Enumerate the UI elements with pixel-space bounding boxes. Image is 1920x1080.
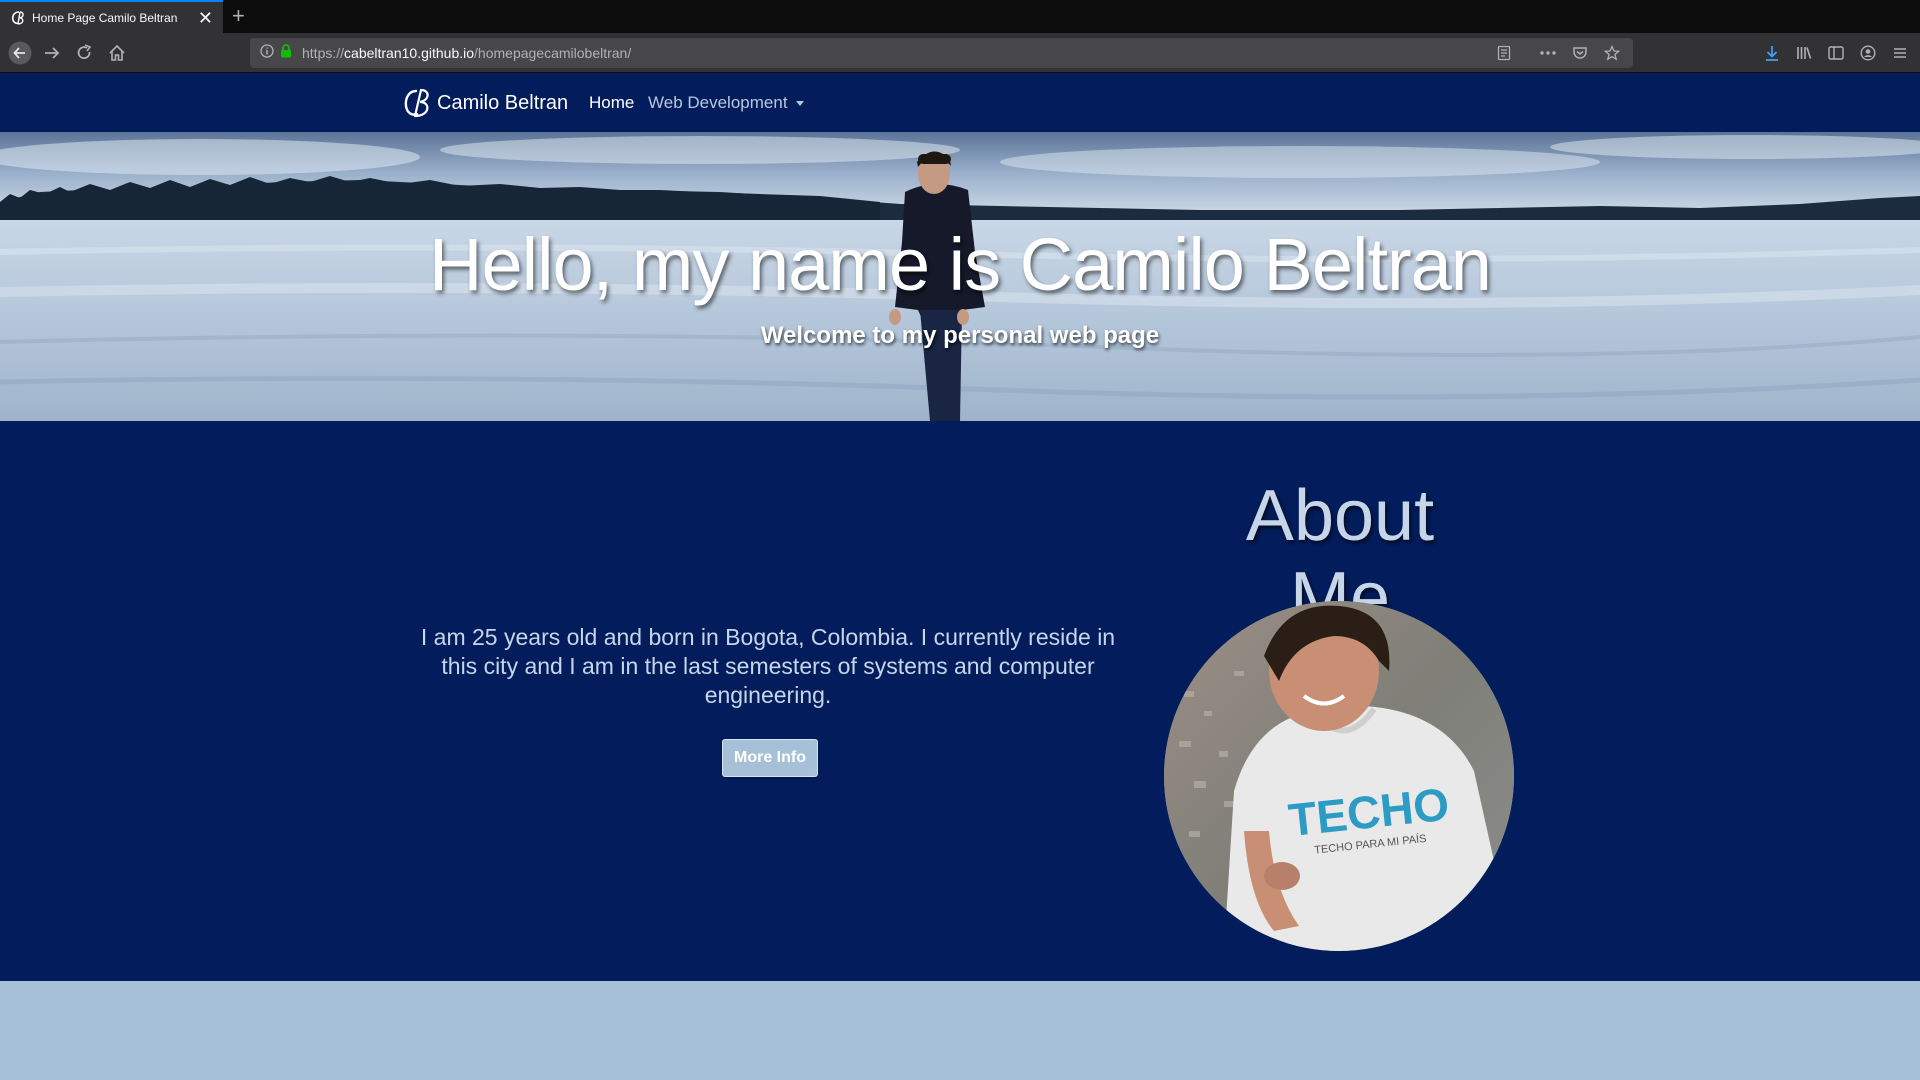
page-actions-icon[interactable]: [1537, 42, 1559, 64]
hero-title: Hello, my name is Camilo Beltran: [429, 223, 1492, 306]
nav-home-link[interactable]: Home: [589, 93, 634, 113]
hero-subtitle: Welcome to my personal web page: [760, 322, 1160, 349]
bookmark-star-icon[interactable]: [1601, 42, 1623, 64]
reader-view-icon[interactable]: [1493, 42, 1515, 64]
forward-icon[interactable]: [40, 41, 64, 65]
cb-logo-icon: [404, 88, 429, 118]
brand-link[interactable]: Camilo Beltran: [403, 87, 568, 119]
account-icon[interactable]: [1856, 41, 1880, 65]
about-section: About Me I am 25 years old and born in B…: [0, 421, 1920, 981]
browser-toolbar: https://cabeltran10.github.io/homepageca…: [0, 33, 1920, 73]
nav-web-development-dropdown[interactable]: Web Development: [648, 93, 804, 113]
downloads-icon[interactable]: [1760, 41, 1784, 65]
url-host: cabeltran10.github.io: [344, 45, 475, 61]
brand-name: Camilo Beltran: [437, 91, 569, 114]
tab-close-icon[interactable]: ✕: [198, 9, 213, 27]
library-icon[interactable]: [1792, 41, 1816, 65]
menu-hamburger-icon[interactable]: [1888, 41, 1912, 65]
nav-web-development-label: Web Development: [648, 93, 788, 112]
home-icon[interactable]: [105, 41, 129, 65]
address-bar[interactable]: https://cabeltran10.github.io/homepageca…: [250, 38, 1633, 68]
more-info-button[interactable]: More Info: [722, 739, 818, 777]
reload-icon[interactable]: [72, 41, 96, 65]
site-favicon-icon: [10, 10, 26, 26]
new-tab-icon[interactable]: +: [232, 4, 245, 28]
footer-band: [0, 981, 1920, 1080]
site-navbar: Camilo Beltran Home Web Development: [0, 73, 1920, 132]
tab-title: Home Page Camilo Beltran: [32, 10, 178, 25]
about-description: I am 25 years old and born in Bogota, Co…: [420, 624, 1116, 708]
hero-banner: Hello, my name is Camilo Beltran Welcome…: [0, 132, 1920, 421]
pocket-icon[interactable]: [1569, 42, 1591, 64]
url-text[interactable]: https://cabeltran10.github.io/homepageca…: [302, 45, 631, 61]
url-path: /homepagecamilobeltran/: [474, 45, 632, 61]
caret-down-icon: [795, 100, 804, 106]
browser-tab-strip: Home Page Camilo Beltran ✕ +: [0, 0, 1920, 33]
back-icon[interactable]: [8, 41, 32, 65]
profile-photo: TECHO TECHO PARA MI PAÍS: [1164, 601, 1514, 951]
secure-lock-icon: [280, 43, 292, 63]
browser-tab[interactable]: Home Page Camilo Beltran ✕: [0, 0, 223, 33]
site-info-icon[interactable]: [260, 43, 274, 63]
url-scheme: https://: [302, 45, 345, 61]
sidebar-toggle-icon[interactable]: [1824, 41, 1848, 65]
